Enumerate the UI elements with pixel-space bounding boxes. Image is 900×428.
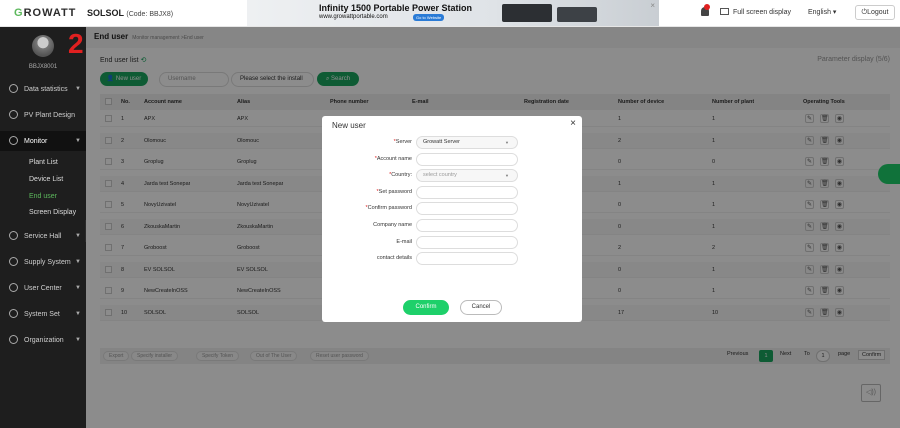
chevron-down-icon: ▼ — [505, 173, 509, 179]
caret-down-icon: ▼ — [75, 259, 81, 265]
field-label: *Set password — [376, 188, 412, 195]
user-icon — [9, 283, 18, 292]
sidebar-item-service-hall[interactable]: Service Hall ▼ — [0, 226, 86, 246]
step-number-annotation: 2 — [68, 28, 84, 59]
growatt-logo[interactable]: GROWATT — [14, 7, 76, 19]
sidebar-subitem-screen-display[interactable]: Screen Display — [29, 209, 76, 216]
contact-details-input[interactable] — [416, 252, 518, 266]
company-name-input[interactable] — [416, 219, 518, 232]
form-row: *Country: select country ▼ — [322, 169, 582, 183]
caret-down-icon: ▼ — [75, 311, 81, 317]
ad-close-icon[interactable]: × — [650, 1, 655, 10]
plant-title: SOLSOL (Code: BBJX8) — [87, 8, 174, 18]
sidebar-subitem-device-list[interactable]: Device List — [29, 176, 63, 183]
product-image — [557, 7, 597, 22]
ad-website-button[interactable]: Go to Website — [413, 14, 445, 21]
field-label: *Country: — [389, 172, 412, 179]
confirm-button[interactable]: Confirm — [403, 300, 449, 315]
dialog-title: New user — [332, 121, 366, 130]
caret-down-icon: ▼ — [75, 86, 81, 92]
supply-icon — [9, 257, 18, 266]
chart-icon — [9, 84, 18, 93]
confirm-password-input[interactable] — [416, 202, 518, 216]
avatar[interactable] — [32, 35, 54, 57]
field-label: *Server — [393, 139, 412, 145]
sidebar: 2 BBJX8001 Data statistics ▼ PV Plant Des… — [0, 27, 86, 428]
form-row: *Set password — [322, 185, 582, 199]
form-row: contact details — [322, 252, 582, 266]
new-user-dialog: New user × *Server Growatt Server ▼ *Accoun… — [322, 116, 582, 322]
settings-icon — [9, 309, 18, 318]
caret-down-icon: ▼ — [75, 337, 81, 343]
plant-design-icon — [9, 110, 18, 119]
username: BBJX8001 — [28, 64, 58, 70]
sidebar-subitem-end-user[interactable]: End user — [29, 193, 57, 200]
product-image — [502, 4, 552, 22]
close-icon[interactable]: × — [570, 118, 576, 129]
logout-button[interactable]: ⏻Logout — [855, 5, 895, 20]
organization-icon — [9, 335, 18, 344]
country-select[interactable]: select country ▼ — [416, 169, 518, 183]
set-password-input[interactable] — [416, 185, 518, 199]
e-mail-input[interactable] — [416, 235, 518, 249]
ad-url: www.growattportable.com — [319, 14, 388, 20]
sidebar-item-data-statistics[interactable]: Data statistics ▼ — [0, 79, 86, 99]
sidebar-item-supply-system[interactable]: Supply System ▼ — [0, 252, 86, 272]
form-row: *Confirm password — [322, 202, 582, 216]
sidebar-item-pv-plant-design[interactable]: PV Plant Design — [0, 105, 86, 125]
sidebar-item-monitor[interactable]: Monitor ▼ — [0, 131, 86, 151]
form-row: Company name — [322, 219, 582, 232]
chevron-down-icon: ▼ — [505, 140, 509, 145]
account-name-input[interactable] — [416, 152, 518, 166]
caret-down-icon: ▼ — [75, 233, 81, 239]
field-label: *Account name — [374, 155, 412, 162]
monitor-icon — [9, 136, 18, 145]
field-label: *Confirm password — [365, 205, 412, 212]
caret-down-icon: ▼ — [75, 138, 81, 144]
server-select[interactable]: Growatt Server ▼ — [416, 136, 518, 149]
field-label: Company name — [373, 222, 412, 228]
form-row: *Server Growatt Server ▼ — [322, 136, 582, 149]
service-icon — [9, 231, 18, 240]
sidebar-item-system-set[interactable]: System Set ▼ — [0, 304, 86, 324]
form-row: E-mail — [322, 235, 582, 249]
form-row: *Account name — [322, 152, 582, 166]
sidebar-item-organization[interactable]: Organization ▼ — [0, 330, 86, 350]
ad-banner[interactable]: Infinity 1500 Portable Power Station www… — [247, 0, 659, 26]
caret-down-icon: ▼ — [75, 285, 81, 291]
language-select[interactable]: English ▾ — [808, 8, 836, 16]
monitor-icon — [720, 8, 729, 15]
sidebar-item-user-center[interactable]: User Center ▼ — [0, 278, 86, 298]
field-label: E-mail — [396, 238, 412, 245]
sidebar-subitem-plant-list[interactable]: Plant List — [29, 159, 58, 166]
fullscreen-button[interactable]: Full screen display — [720, 8, 791, 16]
notification-bell-icon[interactable] — [701, 4, 710, 16]
field-label: contact details — [376, 255, 412, 262]
notification-badge — [704, 4, 710, 10]
cancel-button[interactable]: Cancel — [460, 300, 502, 315]
top-bar: GROWATT SOLSOL (Code: BBJX8) Infinity 15… — [0, 0, 900, 27]
ad-title: Infinity 1500 Portable Power Station — [319, 3, 473, 13]
